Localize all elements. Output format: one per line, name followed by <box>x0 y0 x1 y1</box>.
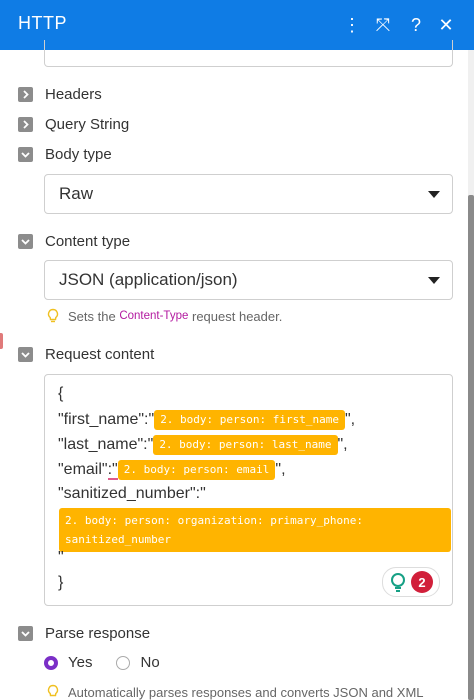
content-type-tag: Content-Type <box>119 310 189 322</box>
lightbulb-icon <box>47 308 59 323</box>
radio-yes[interactable] <box>44 655 58 670</box>
last-name-end: ", <box>337 436 348 454</box>
chevron-right-icon <box>18 86 33 102</box>
code-line-first-name: "first_name":" 2. body: person: first_nam… <box>58 410 355 430</box>
chevron-down-icon <box>18 146 33 162</box>
section-query-string[interactable]: Query String <box>18 113 129 135</box>
code-close-brace: } <box>58 574 64 591</box>
email-key: "email" <box>58 461 108 479</box>
section-parse-response-label: Parse response <box>45 624 151 642</box>
drag-handle[interactable] <box>0 333 3 349</box>
section-body-type-label: Body type <box>45 145 112 163</box>
code-open-brace: { <box>58 385 64 402</box>
section-parse-response[interactable]: Parse response <box>18 622 150 644</box>
last-name-key: "last_name":" <box>58 436 154 454</box>
email-colon: :" <box>107 461 118 481</box>
body-type-select[interactable]: Raw <box>44 174 453 214</box>
chevron-down-icon <box>18 346 33 362</box>
section-request-content-label: Request content <box>45 345 155 363</box>
chevron-down-icon <box>18 233 33 249</box>
section-content-type-label: Content type <box>45 232 131 250</box>
hint-prefix: Sets the <box>68 308 116 324</box>
chevron-right-icon <box>18 116 33 132</box>
parse-response-options: Yes No <box>44 654 160 671</box>
code-close-quote: " <box>58 549 64 566</box>
scrollbar-thumb[interactable] <box>468 195 474 700</box>
mapped-value-pill[interactable]: 2. body: person: organization: primary_p… <box>59 508 451 552</box>
content-type-hint: Sets the Content-Type request header. <box>46 308 282 324</box>
grammarly-badge[interactable]: 2 <box>382 567 440 597</box>
close-icon[interactable]: ✕ <box>435 12 457 38</box>
content-type-select[interactable]: JSON (application/json) <box>44 260 453 300</box>
mapped-value-pill[interactable]: 2. body: person: email <box>117 460 276 480</box>
section-request-content[interactable]: Request content <box>18 343 154 365</box>
dropdown-caret-icon <box>428 277 440 284</box>
chevron-down-icon <box>18 625 33 641</box>
expand-icon[interactable]: ⤧ <box>372 12 394 38</box>
code-line-last-name: "last_name":" 2. body: person: last_name "… <box>58 435 348 455</box>
content-type-value: JSON (application/json) <box>59 270 238 289</box>
hint-suffix: request header. <box>192 308 283 324</box>
first-name-key: "first_name":" <box>58 411 155 429</box>
parse-response-hint: Automatically parses responses and conve… <box>46 684 424 700</box>
more-vertical-icon[interactable]: ⋮ <box>341 12 363 38</box>
code-line-email: "email":" 2. body: person: email ", <box>58 460 286 481</box>
section-headers-label: Headers <box>45 85 102 103</box>
method-field[interactable] <box>44 40 453 67</box>
issue-count-badge: 2 <box>411 571 433 593</box>
code-line-sanitized-number: "sanitized_number":" <box>58 485 206 502</box>
dropdown-caret-icon <box>428 191 440 198</box>
body-type-value: Raw <box>59 184 94 203</box>
module-title: HTTP <box>18 13 67 33</box>
first-name-end: ", <box>345 411 356 429</box>
mapped-value-pill[interactable]: 2. body: person: first_name <box>154 410 345 430</box>
lightbulb-icon <box>391 573 405 592</box>
radio-no-label[interactable]: No <box>140 654 159 671</box>
email-end: ", <box>275 461 286 479</box>
parse-response-hint-text: Automatically parses responses and conve… <box>68 684 424 700</box>
section-query-string-label: Query String <box>45 115 130 133</box>
section-body-type[interactable]: Body type <box>18 143 112 165</box>
section-headers[interactable]: Headers <box>18 83 102 105</box>
lightbulb-icon <box>47 684 59 697</box>
radio-yes-label[interactable]: Yes <box>68 654 92 671</box>
mapped-value-pill[interactable]: 2. body: person: last_name <box>153 435 338 455</box>
radio-no[interactable] <box>116 655 131 670</box>
help-icon[interactable]: ? <box>405 12 427 38</box>
section-content-type[interactable]: Content type <box>18 230 130 252</box>
request-content-editor[interactable]: { "first_name":" 2. body: person: first_n… <box>44 374 453 606</box>
